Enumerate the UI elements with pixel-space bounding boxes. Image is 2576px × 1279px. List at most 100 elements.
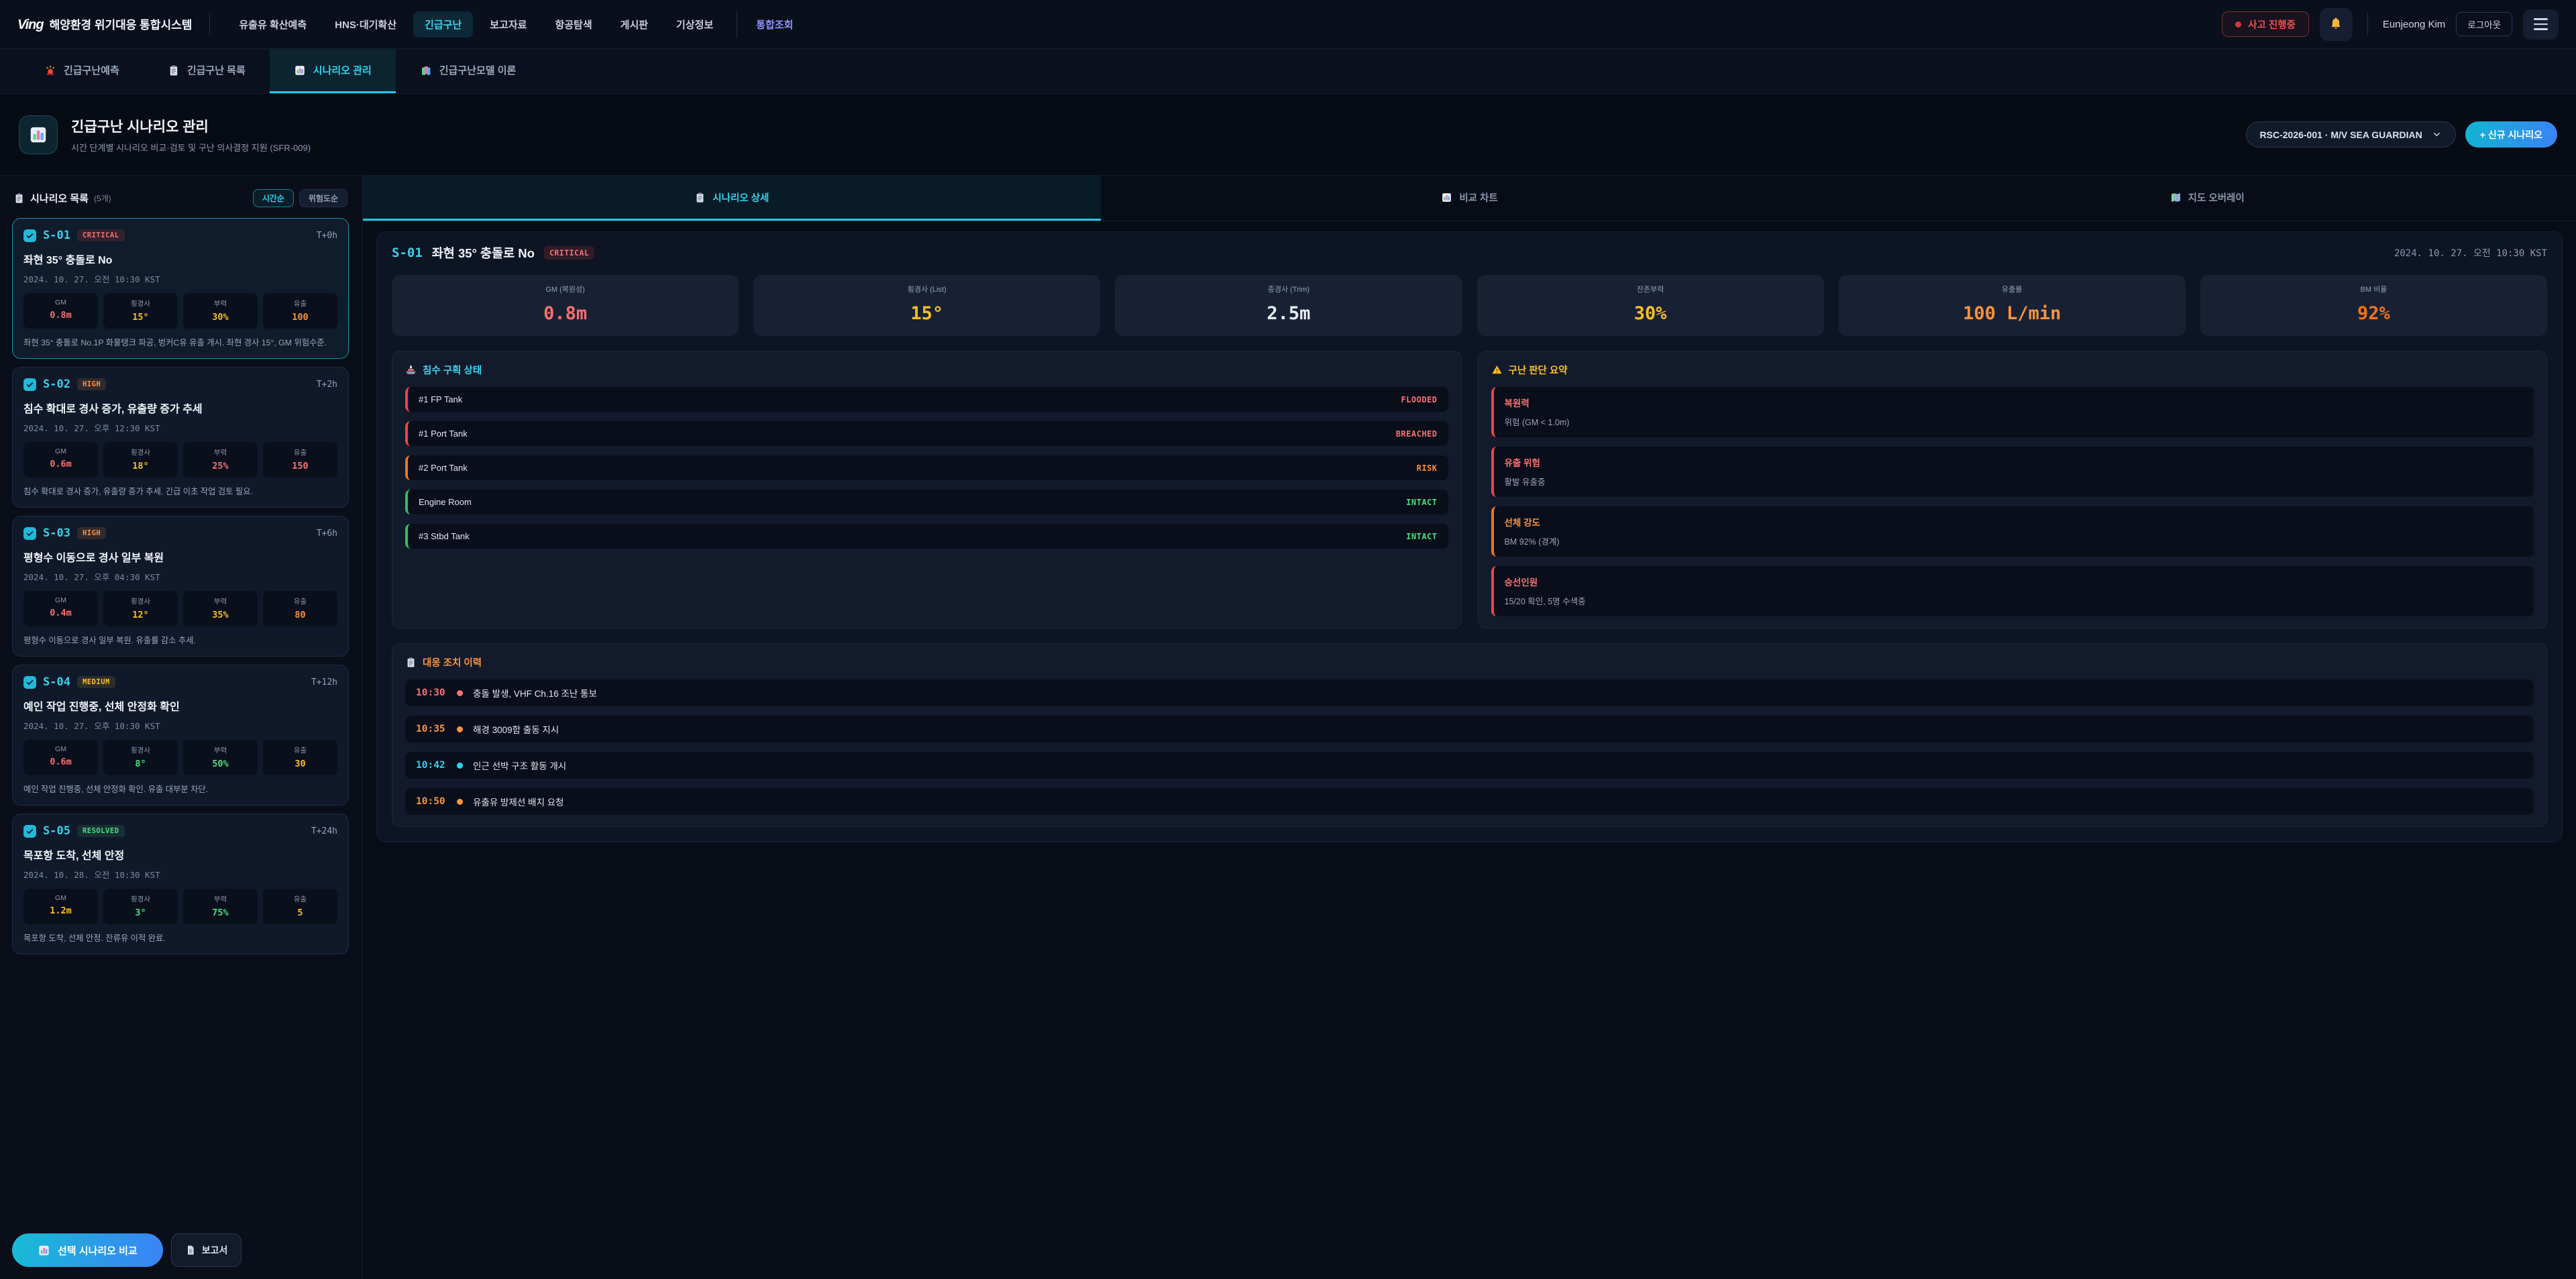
scenario-checkbox[interactable]	[23, 825, 36, 838]
judgment-label: 선체 강도	[1505, 515, 2524, 529]
card-header: S-01 CRITICAL T+0h	[23, 229, 337, 242]
action-text: 인근 선박 구조 활동 개시	[473, 759, 566, 772]
judgment-value: BM 92% (경계)	[1505, 535, 2524, 547]
scenario-card[interactable]: S-04 MEDIUM T+12h 예인 작업 진행중, 선체 안정화 확인 2…	[12, 665, 349, 805]
scenario-date: 2024. 10. 27. 오후 04:30 KST	[23, 570, 337, 583]
severity-badge: CRITICAL	[77, 229, 125, 241]
metric-label: 유출	[264, 894, 336, 904]
kpi-value: 100 L/min	[1841, 303, 2183, 324]
judgment-value: 활발 유출중	[1505, 475, 2524, 488]
app-logo[interactable]: Ving 해양환경 위기대응 통합시스템	[17, 15, 192, 33]
menu-button[interactable]	[2523, 9, 2559, 40]
chart-icon	[294, 64, 306, 76]
nav-item-aerial-search[interactable]: 항공탐색	[543, 11, 603, 38]
divider	[2367, 13, 2368, 36]
action-dot-icon	[457, 763, 463, 769]
scenario-card[interactable]: S-05 RESOLVED T+24h 목포항 도착, 선체 안정 2024. …	[12, 814, 349, 954]
scenario-date: 2024. 10. 27. 오전 10:30 KST	[23, 272, 337, 285]
metric-box: 유출30	[263, 740, 337, 775]
action-dot-icon	[457, 690, 463, 696]
metric-box: GM0.6m	[23, 442, 98, 478]
nav-item-oil-spill[interactable]: 유출유 확산예측	[227, 11, 318, 38]
warning-icon	[1491, 364, 1503, 376]
tab-salvage-model-theory[interactable]: 긴급구난모델 이론	[396, 49, 541, 93]
metric-box: 부력30%	[183, 293, 258, 329]
metric-label: GM	[25, 447, 97, 455]
metric-value: 0.4m	[25, 608, 97, 618]
metric-value: 5	[264, 907, 336, 918]
time-offset: T+24h	[311, 826, 337, 836]
scenario-card[interactable]: S-03 HIGH T+6h 평형수 이동으로 경사 일부 복원 2024. 1…	[12, 516, 349, 657]
scenario-metrics: GM0.6m 횡경사18° 부력25% 유출150	[23, 442, 337, 478]
tank-rows: #1 FP TankFLOODED #1 Port TankBREACHED #…	[405, 387, 1448, 549]
clipboard-icon	[13, 192, 25, 204]
page-header-actions: RSC-2026-001 · M/V SEA GUARDIAN + 신규 시나리…	[2246, 121, 2557, 148]
topbar-right: 사고 진행중 Eunjeong Kim 로그아웃	[2222, 8, 2559, 41]
nav-item-integrated-search[interactable]: 통합조회	[737, 11, 804, 38]
tab-salvage-list[interactable]: 긴급구난 목록	[144, 49, 270, 93]
scenario-card[interactable]: S-02 HIGH T+2h 침수 확대로 경사 증가, 유출량 증가 추세 2…	[12, 367, 349, 508]
document-icon	[185, 1245, 196, 1256]
tank-row: #1 Port TankBREACHED	[405, 421, 1448, 446]
scenario-detail-panel: S-01 좌현 35° 충돌로 No CRITICAL 2024. 10. 27…	[376, 231, 2563, 842]
action-row: 10:30충돌 발생, VHF Ch.16 조난 통보	[405, 679, 2534, 706]
notifications-button[interactable]	[2320, 8, 2353, 41]
actions-panel: 대응 조치 이력 10:30충돌 발생, VHF Ch.16 조난 통보 10:…	[392, 643, 2547, 827]
metric-value: 30	[264, 759, 336, 769]
kpi-box: 잔존부력30%	[1477, 275, 1824, 336]
scenario-checkbox[interactable]	[23, 378, 36, 391]
sort-controls: 시간순 위험도순	[253, 189, 347, 207]
tab-scenario-detail[interactable]: 시나리오 상세	[363, 176, 1101, 221]
tab-label: 긴급구난예측	[64, 63, 119, 77]
metric-box: 횡경사18°	[103, 442, 178, 478]
tank-status: INTACT	[1406, 498, 1437, 507]
action-time: 10:30	[416, 687, 447, 698]
metric-box: 유출100	[263, 293, 337, 329]
kpi-row: GM (복원성)0.8m 횡경사 (List)15° 종경사 (Trim)2.5…	[392, 275, 2547, 336]
metric-value: 100	[264, 312, 336, 323]
metric-value: 8°	[105, 759, 176, 769]
tab-map-overlay[interactable]: 지도 오버레이	[1838, 176, 2576, 221]
tab-label: 시나리오 관리	[313, 63, 372, 77]
case-select-value: RSC-2026-001 · M/V SEA GUARDIAN	[2260, 129, 2422, 140]
books-icon	[420, 64, 432, 76]
sort-by-risk-button[interactable]: 위험도순	[299, 189, 347, 207]
report-button[interactable]: 보고서	[171, 1233, 242, 1267]
tab-comparison-chart[interactable]: 비교 차트	[1101, 176, 1839, 221]
tab-salvage-forecast[interactable]: 긴급구난예측	[20, 49, 144, 93]
nav-item-board[interactable]: 게시판	[609, 11, 659, 38]
scenario-desc: 목포항 도착, 선체 안정. 잔류유 이적 완료.	[23, 932, 337, 945]
scenario-checkbox[interactable]	[23, 527, 36, 540]
scenario-date: 2024. 10. 27. 오후 12:30 KST	[23, 421, 337, 434]
metric-label: 부력	[184, 596, 256, 606]
nav-item-emergency-salvage[interactable]: 긴급구난	[413, 11, 473, 38]
tank-status: FLOODED	[1401, 395, 1437, 404]
scenario-card[interactable]: S-01 CRITICAL T+0h 좌현 35° 충돌로 No 2024. 1…	[12, 218, 349, 359]
map-icon	[2170, 192, 2182, 203]
sort-by-time-button[interactable]: 시간순	[253, 189, 294, 207]
nav-item-reports[interactable]: 보고자료	[478, 11, 538, 38]
check-icon	[25, 827, 34, 836]
action-rows: 10:30충돌 발생, VHF Ch.16 조난 통보 10:35해경 3009…	[405, 679, 2534, 815]
tank-status: RISK	[1417, 463, 1438, 473]
metric-box: 횡경사8°	[103, 740, 178, 775]
metric-label: 부력	[184, 894, 256, 904]
compare-scenarios-button[interactable]: 선택 시나리오 비교	[12, 1233, 163, 1267]
nav-item-hns[interactable]: HNS·대기확산	[323, 11, 408, 38]
scenario-checkbox[interactable]	[23, 229, 36, 242]
case-select[interactable]: RSC-2026-001 · M/V SEA GUARDIAN	[2246, 121, 2456, 148]
tab-scenario-management[interactable]: 시나리오 관리	[270, 49, 396, 93]
scenario-date: 2024. 10. 27. 오후 10:30 KST	[23, 719, 337, 732]
detail-severity-badge: CRITICAL	[544, 246, 594, 260]
new-scenario-button[interactable]: + 신규 시나리오	[2465, 121, 2557, 148]
metric-label: 부력	[184, 298, 256, 309]
scenario-desc: 평형수 이동으로 경사 일부 복원. 유출률 감소 추세.	[23, 634, 337, 647]
metric-value: 150	[264, 461, 336, 471]
logout-button[interactable]: 로그아웃	[2456, 12, 2512, 36]
user-name: Eunjeong Kim	[2383, 19, 2445, 30]
main-area: 시나리오 상세 비교 차트 지도 오버레이 S-01 좌현 35° 충돌로 No…	[363, 176, 2576, 1279]
action-text: 해경 3009함 출동 지시	[473, 722, 559, 736]
nav-item-weather[interactable]: 기상정보	[665, 11, 724, 38]
scenario-checkbox[interactable]	[23, 676, 36, 689]
scenario-metrics: GM0.4m 횡경사12° 부력35% 유출80	[23, 591, 337, 626]
